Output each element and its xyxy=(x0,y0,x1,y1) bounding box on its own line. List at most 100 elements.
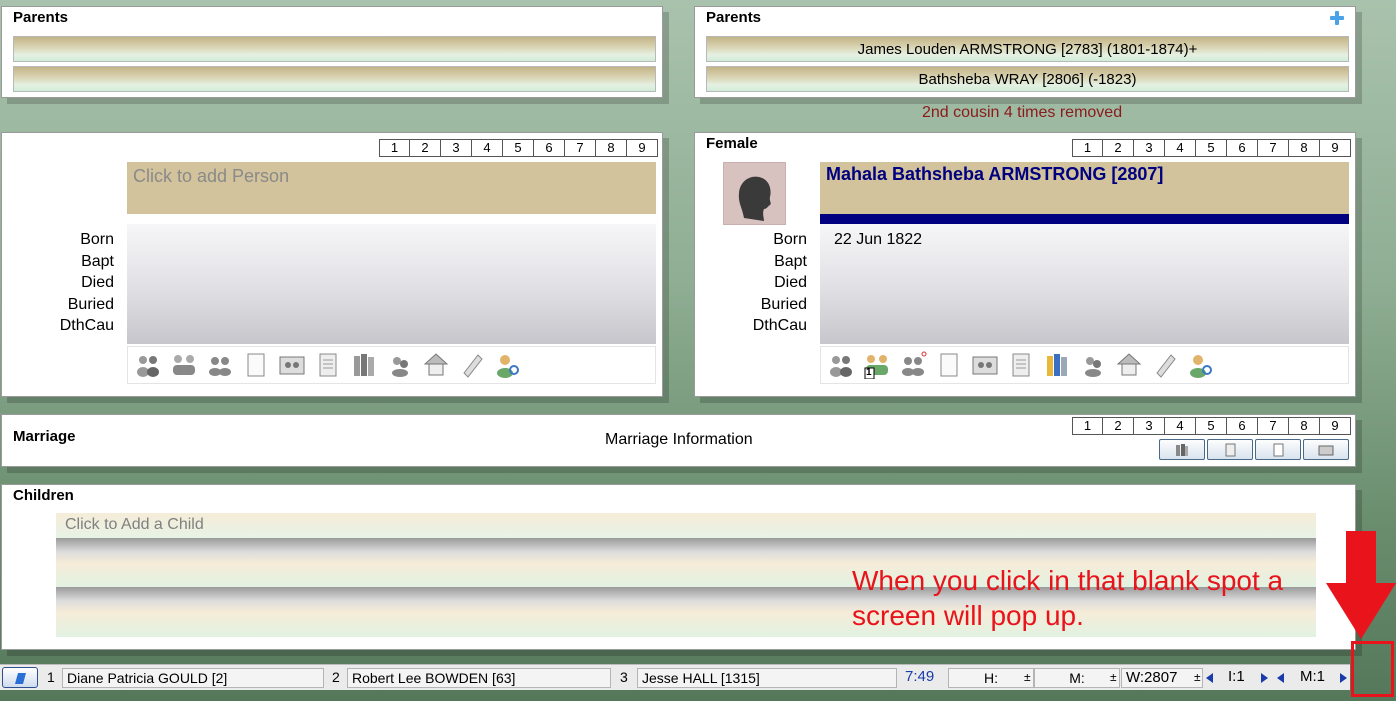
siblings-icon[interactable] xyxy=(206,351,234,379)
slot-1-number: 1 xyxy=(47,669,55,685)
tab-3[interactable]: 3 xyxy=(441,139,472,157)
right-person-panel: Female 1 2 3 4 5 6 7 8 9 Mahala Bathsheb… xyxy=(694,132,1356,397)
slot-3-name[interactable]: Jesse HALL [1315] xyxy=(637,668,897,688)
plus-icon[interactable] xyxy=(1329,10,1345,26)
sources-icon[interactable] xyxy=(350,351,378,379)
left-event-box[interactable] xyxy=(127,224,656,344)
w-spinner[interactable]: ± xyxy=(1194,668,1201,688)
associates-icon[interactable] xyxy=(1079,351,1107,379)
pictures-icon[interactable] xyxy=(971,351,999,379)
tab-1[interactable]: 1 xyxy=(1072,417,1103,435)
father-parents-title: Parents xyxy=(13,9,69,26)
notes-icon[interactable] xyxy=(935,351,963,379)
mother-parents-father-bar[interactable]: James Louden ARMSTRONG [2783] (1801-1874… xyxy=(706,36,1349,62)
family-icon[interactable] xyxy=(827,351,855,379)
tab-4[interactable]: 4 xyxy=(472,139,503,157)
label-bapt: Bapt xyxy=(774,252,807,270)
tab-7[interactable]: 7 xyxy=(1258,417,1289,435)
marriage-buttons xyxy=(1159,439,1349,460)
parents-icon[interactable]: 1 xyxy=(863,351,891,380)
father-parents-father-bar[interactable] xyxy=(13,36,656,62)
m-field[interactable]: M: xyxy=(1034,668,1120,688)
notes-icon[interactable] xyxy=(242,351,270,379)
portrait-avatar[interactable] xyxy=(723,162,786,225)
h-field[interactable]: H: xyxy=(948,668,1034,688)
tab-9[interactable]: 9 xyxy=(1320,417,1351,435)
tab-3[interactable]: 3 xyxy=(1134,417,1165,435)
sources-icon[interactable] xyxy=(1043,351,1071,379)
tab-4[interactable]: 4 xyxy=(1165,417,1196,435)
tab-9[interactable]: 9 xyxy=(1320,139,1351,157)
tab-6[interactable]: 6 xyxy=(1227,417,1258,435)
tab-8[interactable]: 8 xyxy=(1289,139,1320,157)
parents-icon[interactable] xyxy=(170,351,198,379)
m-prev-icon[interactable] xyxy=(1277,668,1284,688)
child-row[interactable] xyxy=(56,538,1316,563)
tab-8[interactable]: 8 xyxy=(1289,417,1320,435)
search-person-icon[interactable] xyxy=(494,351,522,379)
mother-parents-mother-bar[interactable]: Bathsheba WRAY [2806] (-1823) xyxy=(706,66,1349,92)
add-person-box[interactable]: Click to add Person xyxy=(127,162,656,214)
tab-3[interactable]: 3 xyxy=(1134,139,1165,157)
document-icon[interactable] xyxy=(1007,351,1035,379)
left-person-tabs: 1 2 3 4 5 6 7 8 9 xyxy=(379,139,658,157)
marriage-pictures-button[interactable] xyxy=(1303,439,1349,460)
annotation-line-1: When you click in that blank spot a xyxy=(852,565,1284,596)
tab-1[interactable]: 1 xyxy=(379,139,410,157)
notes-icon xyxy=(1273,443,1284,456)
search-person-icon[interactable] xyxy=(1187,351,1215,379)
tab-9[interactable]: 9 xyxy=(627,139,658,157)
tasks-icon[interactable] xyxy=(1151,351,1179,379)
document-icon[interactable] xyxy=(314,351,342,379)
slot-1-name[interactable]: Diane Patricia GOULD [2] xyxy=(62,668,324,688)
right-event-box[interactable]: 22 Jun 1822 xyxy=(820,224,1349,344)
sources-icon xyxy=(1176,443,1188,456)
book-icon[interactable] xyxy=(2,667,38,688)
tab-5[interactable]: 5 xyxy=(1196,139,1227,157)
right-person-gender: Female xyxy=(706,135,758,152)
marriage-sources-button[interactable] xyxy=(1159,439,1205,460)
tab-5[interactable]: 5 xyxy=(503,139,534,157)
m-spinner[interactable]: ± xyxy=(1110,668,1117,688)
person-name: Mahala Bathsheba ARMSTRONG [2807] xyxy=(826,164,1164,184)
tab-6[interactable]: 6 xyxy=(534,139,565,157)
pictures-icon[interactable] xyxy=(278,351,306,379)
marriage-document-button[interactable] xyxy=(1207,439,1253,460)
tab-2[interactable]: 2 xyxy=(410,139,441,157)
w-field[interactable]: W:2807 xyxy=(1121,668,1203,688)
tab-7[interactable]: 7 xyxy=(1258,139,1289,157)
gender-color-bar xyxy=(820,214,1349,224)
family-icon[interactable] xyxy=(134,351,162,379)
slot-2-name[interactable]: Robert Lee BOWDEN [63] xyxy=(347,668,611,688)
right-person-toolbar: 1 xyxy=(820,346,1349,384)
label-dthcau: DthCau xyxy=(59,317,114,334)
address-icon[interactable] xyxy=(1115,351,1143,379)
tab-8[interactable]: 8 xyxy=(596,139,627,157)
m-next-icon[interactable] xyxy=(1340,668,1347,688)
tab-2[interactable]: 2 xyxy=(1103,139,1134,157)
tab-6[interactable]: 6 xyxy=(1227,139,1258,157)
siblings-icon[interactable] xyxy=(899,351,927,379)
left-person-panel: 1 2 3 4 5 6 7 8 9 Click to add Person Bo… xyxy=(1,132,663,397)
label-died: Died xyxy=(81,274,114,291)
tasks-icon[interactable] xyxy=(458,351,486,379)
marriage-notes-button[interactable] xyxy=(1255,439,1301,460)
address-icon[interactable] xyxy=(422,351,450,379)
father-parents-mother-bar[interactable] xyxy=(13,66,656,92)
i-next-icon[interactable] xyxy=(1261,668,1268,688)
left-event-labels: Born Bapt Died Buried DthCau xyxy=(42,229,114,337)
label-buried: Buried xyxy=(67,295,114,313)
add-child-row[interactable]: Click to Add a Child xyxy=(56,513,1316,538)
slot-2-number: 2 xyxy=(332,669,340,685)
tab-5[interactable]: 5 xyxy=(1196,417,1227,435)
tab-4[interactable]: 4 xyxy=(1165,139,1196,157)
associates-icon[interactable] xyxy=(386,351,414,379)
person-name-box[interactable]: Mahala Bathsheba ARMSTRONG [2807] xyxy=(820,162,1349,214)
marriage-info[interactable]: Marriage Information xyxy=(605,431,753,449)
i-prev-icon[interactable] xyxy=(1206,668,1213,688)
marriage-tabs: 1 2 3 4 5 6 7 8 9 xyxy=(1072,417,1351,435)
tab-7[interactable]: 7 xyxy=(565,139,596,157)
h-spinner[interactable]: ± xyxy=(1024,668,1031,688)
tab-1[interactable]: 1 xyxy=(1072,139,1103,157)
tab-2[interactable]: 2 xyxy=(1103,417,1134,435)
